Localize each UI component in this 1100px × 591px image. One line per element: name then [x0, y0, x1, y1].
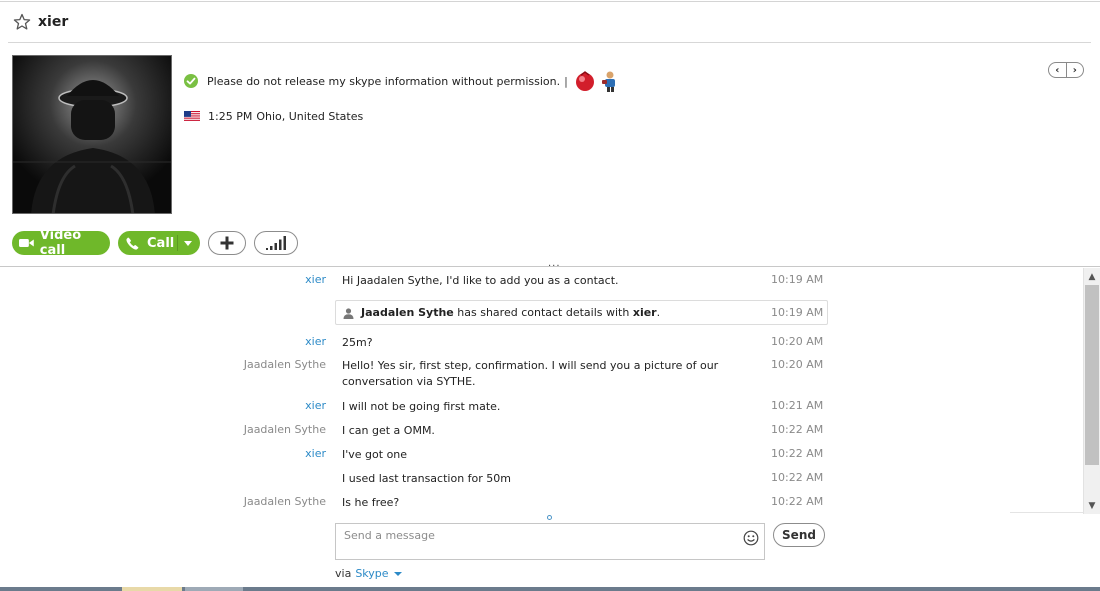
online-status-icon — [184, 74, 198, 88]
location-text: Ohio, United States — [256, 109, 364, 123]
message-time: 10:19 AM — [771, 306, 824, 319]
contact-shared-notice: Jaadalen Sythe has shared contact detail… — [335, 300, 828, 325]
contact-name: xier — [38, 14, 69, 30]
call-options-chevron-down-icon[interactable] — [184, 241, 192, 246]
message-time: 10:22 AM — [771, 447, 824, 460]
message-time: 10:21 AM — [771, 399, 824, 412]
chat-scrollbar[interactable]: ▲ ▼ — [1083, 268, 1100, 514]
taskbar-strip — [0, 587, 1100, 591]
message-text: 25m? — [342, 336, 373, 349]
message-text: I've got one — [342, 448, 408, 461]
local-time: 1:25 PM — [208, 109, 253, 123]
send-button[interactable]: Send — [773, 523, 825, 547]
us-flag-icon — [184, 110, 200, 122]
message-time: 10:20 AM — [771, 335, 824, 348]
scroll-thumb[interactable] — [1085, 285, 1099, 465]
send-via-selector[interactable]: via Skype — [335, 567, 402, 580]
profile-nav-arrows: ‹ › — [1048, 62, 1084, 78]
message-text: Hello! Yes sir, first step, confirmation… — [342, 359, 719, 388]
message-sender[interactable]: Jaadalen Sythe — [244, 423, 326, 436]
conversation-header: xier — [0, 2, 1100, 42]
message-text: I will not be going first mate. — [342, 400, 501, 413]
person-icon — [343, 308, 354, 319]
message-text: Is he free? — [342, 496, 400, 509]
video-call-button[interactable]: Video call — [12, 228, 110, 258]
message-input[interactable] — [336, 524, 736, 559]
chat-bottom-border — [1010, 512, 1083, 513]
favorite-star-icon[interactable] — [13, 13, 31, 31]
scroll-down-arrow-icon[interactable]: ▼ — [1084, 497, 1100, 514]
call-button[interactable]: Call — [118, 231, 200, 255]
person-emoticon-icon — [601, 71, 615, 92]
call-button-divider — [177, 235, 178, 251]
avatar-image — [13, 56, 171, 213]
via-label: via — [335, 567, 352, 580]
shared-by-name: Jaadalen Sythe — [361, 306, 454, 319]
via-service-link[interactable]: Skype — [355, 567, 388, 580]
video-camera-icon — [19, 239, 34, 247]
plus-icon — [220, 236, 234, 250]
chevron-left-icon[interactable]: ‹ — [1049, 63, 1067, 77]
message-time: 10:20 AM — [771, 358, 824, 371]
message-text: I used last transaction for 50m — [342, 472, 511, 485]
message-time: 10:22 AM — [771, 495, 824, 508]
message-time: 10:22 AM — [771, 423, 824, 436]
mood-text: Please do not release my skype informati… — [207, 74, 561, 88]
mood-separator: | — [564, 74, 568, 88]
message-time: 10:22 AM — [771, 471, 824, 484]
message-text: I can get a OMM. — [342, 424, 435, 437]
phone-icon — [126, 237, 139, 250]
chevron-right-icon[interactable]: › — [1067, 63, 1084, 77]
emoticon-picker-icon[interactable] — [743, 530, 759, 546]
taskbar-item[interactable] — [185, 587, 243, 591]
video-call-label: Video call — [39, 228, 82, 258]
message-sender[interactable]: xier — [305, 335, 326, 348]
call-label: Call — [147, 235, 175, 251]
mood-message-row: Please do not release my skype informati… — [183, 70, 620, 92]
typing-indicator-icon — [547, 515, 552, 520]
red-jewel-emoticon-icon — [575, 71, 594, 91]
location-row: 1:25 PM Ohio, United States — [184, 108, 363, 124]
call-quality-button[interactable] — [254, 231, 298, 255]
message-sender[interactable]: xier — [305, 399, 326, 412]
avatar[interactable] — [12, 55, 172, 214]
shared-end-text: . — [656, 306, 661, 319]
message-compose-box[interactable] — [335, 523, 765, 560]
message-sender[interactable]: xier — [305, 447, 326, 460]
add-people-button[interactable] — [208, 231, 246, 255]
scroll-up-arrow-icon[interactable]: ▲ — [1084, 268, 1100, 285]
message-sender[interactable]: Jaadalen Sythe — [244, 358, 326, 371]
signal-bars-icon — [266, 236, 286, 250]
conversation-history[interactable]: xier Hi Jaadalen Sythe, I'd like to add … — [0, 268, 1083, 514]
pane-splitter[interactable] — [0, 266, 1100, 267]
message-time: 10:19 AM — [771, 273, 824, 286]
message-sender[interactable]: Jaadalen Sythe — [244, 495, 326, 508]
shared-to-name: xier — [632, 306, 657, 319]
shared-middle-text: has shared contact details with — [457, 306, 630, 319]
taskbar-item[interactable] — [122, 587, 182, 591]
message-text: Hi Jaadalen Sythe, I'd like to add you a… — [342, 274, 619, 287]
contact-shared-text: Jaadalen Sythe has shared contact detail… — [361, 306, 660, 319]
chevron-down-icon[interactable] — [393, 571, 402, 576]
header-divider — [8, 42, 1091, 43]
message-sender[interactable]: xier — [305, 273, 326, 286]
